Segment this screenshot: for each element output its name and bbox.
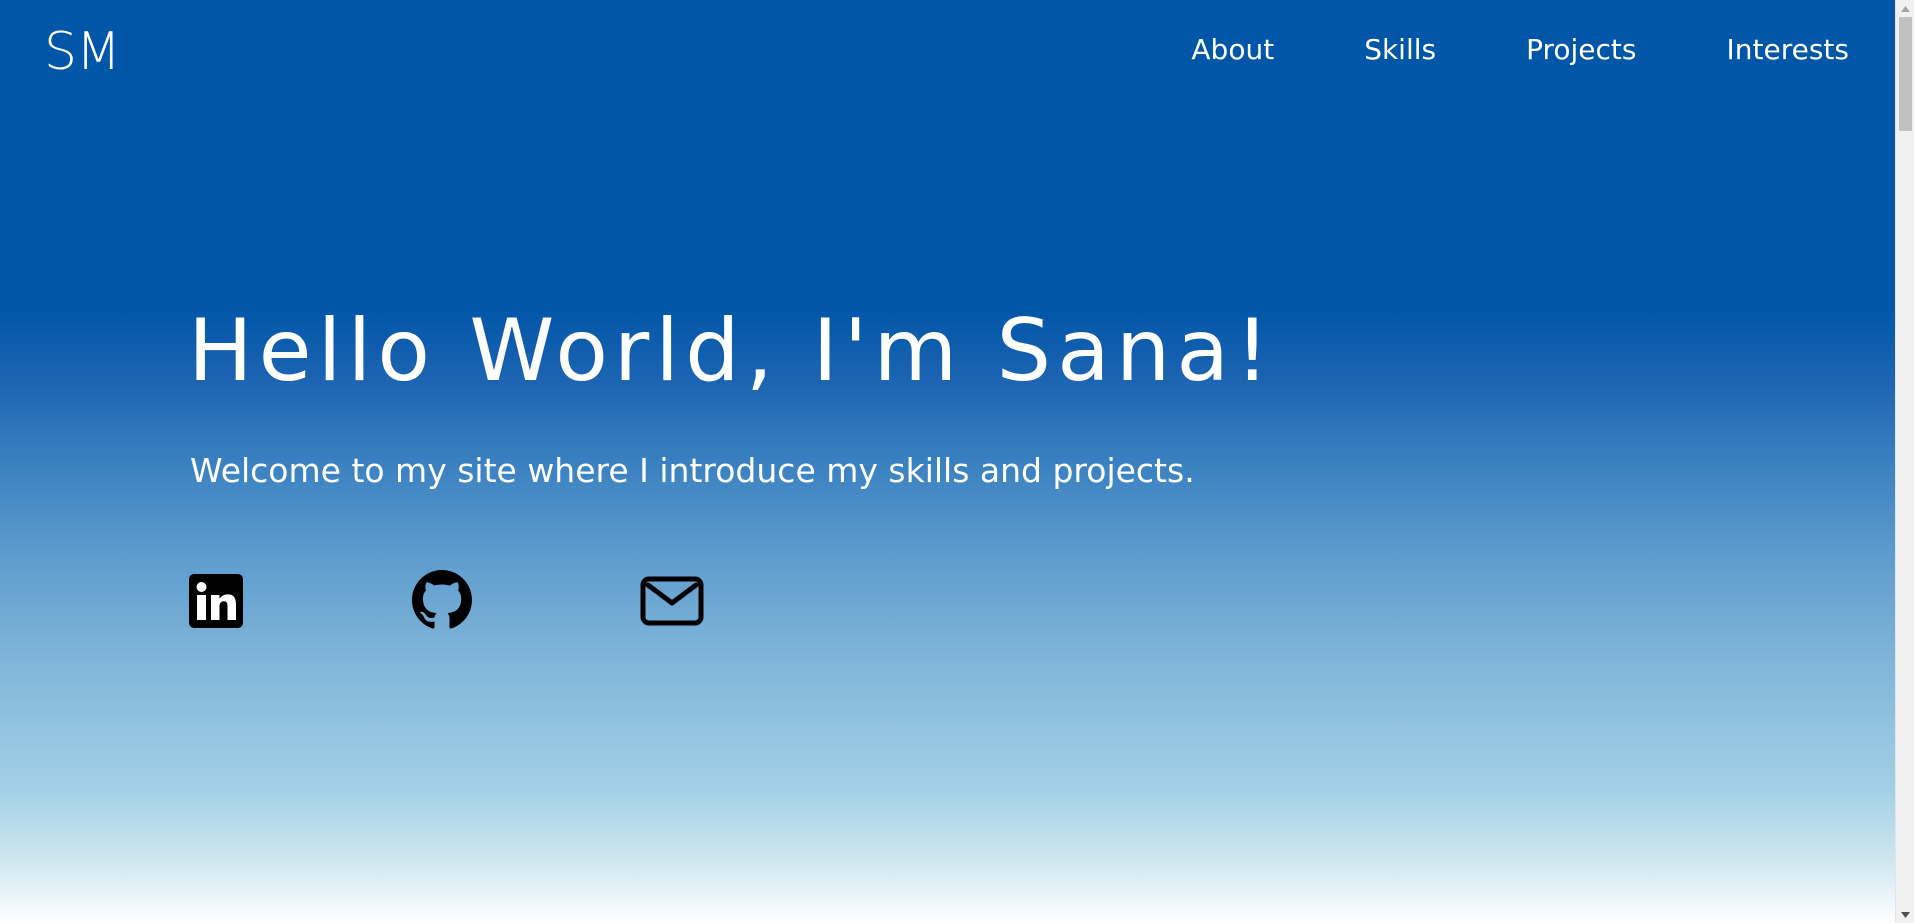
nav-link-projects[interactable]: Projects bbox=[1526, 30, 1636, 70]
hero-title: Hello World, I'm Sana! bbox=[188, 301, 1276, 401]
linkedin-link[interactable] bbox=[189, 574, 243, 628]
scroll-thumb[interactable] bbox=[1899, 17, 1912, 131]
github-icon bbox=[412, 570, 472, 629]
email-link[interactable] bbox=[640, 576, 704, 626]
github-link[interactable] bbox=[412, 570, 472, 630]
scroll-up-arrow-icon[interactable] bbox=[1896, 0, 1914, 17]
scroll-down-arrow-icon[interactable] bbox=[1896, 906, 1914, 923]
vertical-scrollbar[interactable] bbox=[1895, 0, 1914, 923]
page: SM About Skills Projects Interests Hello… bbox=[0, 0, 1895, 923]
linkedin-icon bbox=[189, 574, 243, 628]
mail-icon bbox=[640, 576, 704, 626]
site-logo[interactable]: SM bbox=[44, 18, 121, 86]
browser-viewport: SM About Skills Projects Interests Hello… bbox=[0, 0, 1914, 923]
hero-subtitle: Welcome to my site where I introduce my … bbox=[190, 451, 1195, 490]
nav-link-interests[interactable]: Interests bbox=[1727, 30, 1850, 70]
nav-link-about[interactable]: About bbox=[1191, 30, 1274, 70]
nav-link-skills[interactable]: Skills bbox=[1364, 30, 1436, 70]
social-links bbox=[0, 570, 800, 632]
main-nav: About Skills Projects Interests bbox=[1191, 30, 1849, 70]
